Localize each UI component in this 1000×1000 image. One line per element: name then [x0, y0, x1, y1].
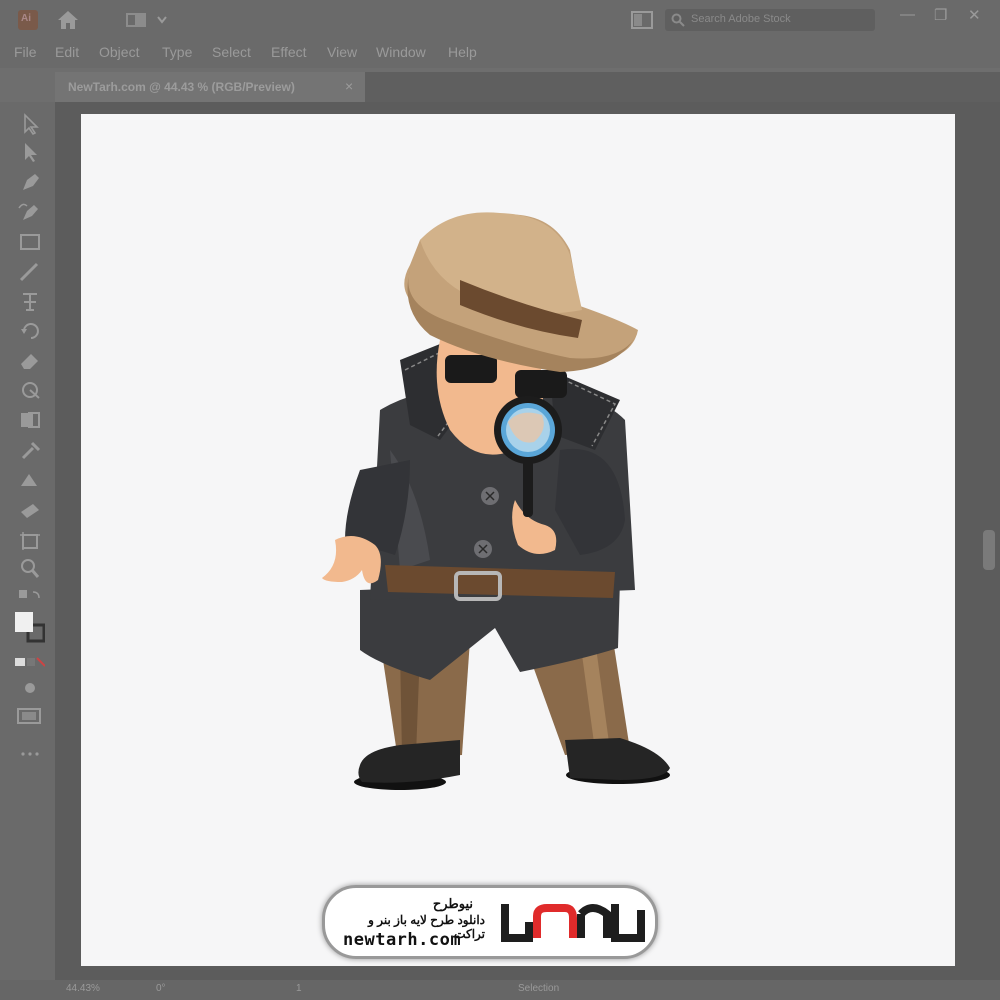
screen-mode-icon[interactable]: [15, 704, 45, 728]
eyedropper-tool-icon[interactable]: [15, 438, 45, 462]
menu-window[interactable]: Window: [376, 44, 426, 60]
menu-help[interactable]: Help: [448, 44, 477, 60]
current-tool-label: Selection: [518, 983, 560, 994]
page-number[interactable]: 1: [296, 983, 302, 994]
blend-tool-icon[interactable]: [15, 468, 45, 492]
shape-builder-tool-icon[interactable]: [15, 408, 45, 432]
zoom-tool-icon[interactable]: [15, 556, 45, 580]
curvature-tool-icon[interactable]: [15, 200, 45, 224]
newtarh-logo: [501, 904, 645, 942]
app-logo: Ai: [18, 10, 38, 30]
menu-object[interactable]: Object: [99, 44, 139, 60]
newtarh-watermark: نیوطرح دانلود طرح لایه باز بنر و تراکت n…: [322, 885, 658, 959]
vertical-scrollbar[interactable]: [983, 530, 995, 570]
pen-tool-icon[interactable]: [15, 170, 45, 194]
symbol-sprayer-tool-icon[interactable]: [15, 498, 45, 522]
zoom-level[interactable]: 44.43%: [66, 983, 100, 994]
menu-file[interactable]: File: [14, 44, 37, 60]
home-icon[interactable]: [56, 9, 80, 36]
close-window-icon[interactable]: ✕: [968, 6, 981, 24]
type-tool-icon[interactable]: [15, 290, 45, 314]
rectangle-tool-icon[interactable]: [15, 230, 45, 254]
paintbrush-tool-icon[interactable]: [15, 260, 45, 284]
selection-tool-icon[interactable]: [15, 112, 45, 136]
document-tab-bar: NewTarh.com @ 44.43 % (RGB/Preview) ×: [55, 72, 1000, 102]
watermark-title: نیوطرح: [432, 896, 473, 911]
maximize-icon[interactable]: ❐: [934, 6, 947, 24]
detective-illustration[interactable]: [320, 210, 680, 800]
title-bar: Ai Search Adobe Stock — ❐ ✕: [0, 0, 1000, 40]
rotate-tool-icon[interactable]: [15, 318, 45, 342]
minimize-icon[interactable]: —: [900, 6, 915, 23]
document-tab[interactable]: NewTarh.com @ 44.43 % (RGB/Preview) ×: [55, 72, 365, 102]
menu-select[interactable]: Select: [212, 44, 251, 60]
status-bar: 44.43% 0° 1 Selection: [0, 980, 1000, 1000]
color-mode-icon[interactable]: [15, 650, 45, 674]
menu-edit[interactable]: Edit: [55, 44, 79, 60]
arrange-documents-icon[interactable]: [631, 11, 653, 34]
eraser-tool-icon[interactable]: [15, 348, 45, 372]
draw-mode-icon[interactable]: [15, 676, 45, 700]
menu-bar: File Edit Object Type Select Effect View…: [0, 40, 1000, 68]
direct-selection-tool-icon[interactable]: [15, 140, 45, 164]
fill-stroke-swap-icon[interactable]: [15, 586, 45, 610]
workspace-switcher-icon[interactable]: [126, 12, 170, 33]
watermark-url: newtarh.com: [343, 930, 462, 950]
menu-effect[interactable]: Effect: [271, 44, 307, 60]
document-tab-label: NewTarh.com @ 44.43 % (RGB/Preview): [68, 80, 295, 94]
artboard-tool-icon[interactable]: [15, 528, 45, 552]
rotation-value[interactable]: 0°: [156, 983, 166, 994]
search-icon: [671, 13, 685, 27]
search-stock-input[interactable]: Search Adobe Stock: [665, 9, 875, 31]
more-tools-icon[interactable]: [15, 742, 45, 766]
warp-tool-icon[interactable]: [15, 378, 45, 402]
menu-type[interactable]: Type: [162, 44, 192, 60]
menu-view[interactable]: View: [327, 44, 357, 60]
fill-stroke-icon[interactable]: [15, 612, 45, 644]
close-tab-icon[interactable]: ×: [345, 78, 353, 94]
tools-panel: [0, 102, 55, 980]
